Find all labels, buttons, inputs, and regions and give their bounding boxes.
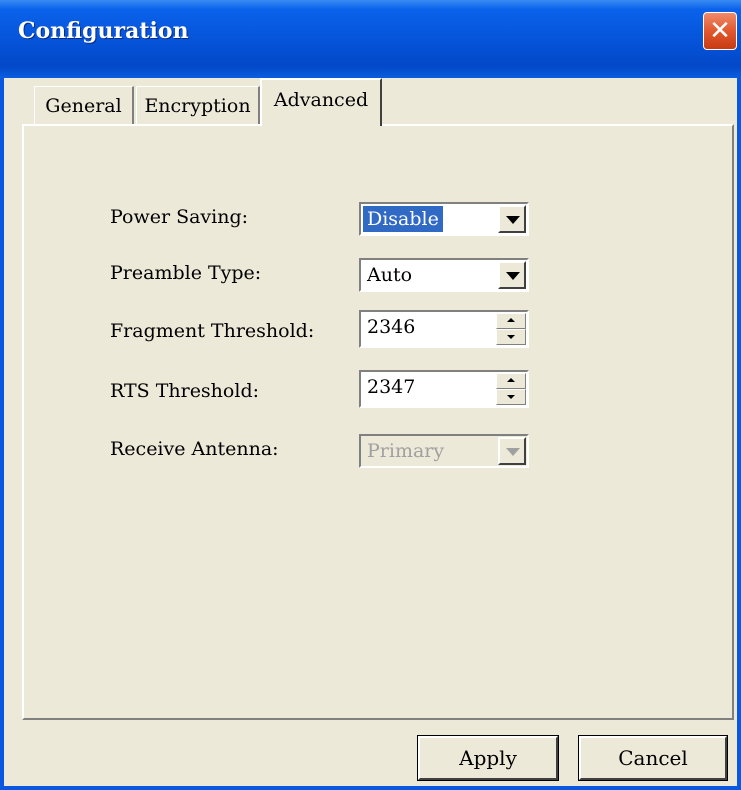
receive-antenna-select: Primary — [359, 434, 529, 468]
receive-antenna-label: Receive Antenna: — [110, 438, 279, 460]
tab-encryption[interactable]: Encryption — [136, 86, 260, 126]
spin-up-icon[interactable] — [496, 373, 526, 389]
tab-advanced[interactable]: Advanced — [260, 78, 382, 126]
close-button[interactable]: ✕ — [703, 12, 737, 50]
power-saving-label: Power Saving: — [110, 206, 249, 228]
chevron-down-icon[interactable] — [498, 205, 526, 233]
power-saving-value: Disable — [363, 206, 443, 232]
configuration-dialog: Configuration ✕ General Encryption Advan… — [0, 0, 741, 790]
fragment-threshold-stepper[interactable]: 2346 — [359, 310, 529, 348]
rts-threshold-value: 2347 — [367, 376, 416, 398]
window-title: Configuration — [18, 18, 189, 44]
rts-threshold-stepper[interactable]: 2347 — [359, 370, 529, 408]
title-bar: Configuration ✕ — [0, 0, 741, 78]
rts-threshold-label: RTS Threshold: — [110, 380, 260, 402]
tab-general[interactable]: General — [34, 86, 134, 126]
apply-button[interactable]: Apply — [417, 735, 559, 781]
power-saving-select[interactable]: Disable — [359, 202, 529, 236]
spin-down-icon[interactable] — [496, 329, 526, 345]
preamble-type-label: Preamble Type: — [110, 262, 262, 284]
preamble-type-select[interactable]: Auto — [359, 258, 529, 292]
receive-antenna-value: Primary — [367, 440, 445, 462]
cancel-button[interactable]: Cancel — [578, 735, 728, 781]
spin-up-icon[interactable] — [496, 313, 526, 329]
chevron-down-icon[interactable] — [498, 261, 526, 289]
close-icon: ✕ — [709, 16, 731, 46]
chevron-down-icon — [498, 437, 526, 465]
fragment-threshold-value: 2346 — [367, 316, 416, 338]
fragment-threshold-label: Fragment Threshold: — [110, 320, 315, 342]
spin-down-icon[interactable] — [496, 389, 526, 405]
preamble-type-value: Auto — [367, 264, 413, 286]
